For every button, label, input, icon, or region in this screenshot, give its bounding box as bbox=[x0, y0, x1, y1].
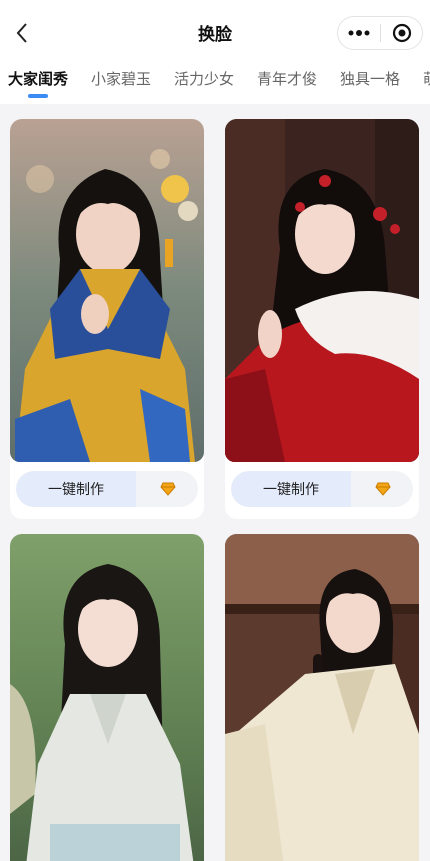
tab-3[interactable]: 青年才俊 bbox=[257, 68, 317, 89]
template-photo bbox=[225, 119, 419, 462]
template-card[interactable]: 一键制作 bbox=[225, 119, 419, 519]
make-button[interactable]: 一键制作 bbox=[231, 471, 351, 507]
diamond-icon bbox=[375, 482, 391, 496]
template-photo bbox=[225, 534, 419, 861]
close-program-button[interactable] bbox=[381, 17, 422, 49]
active-tab-indicator bbox=[28, 94, 48, 98]
nav-bar: 换脸 bbox=[0, 0, 430, 64]
tab-5[interactable]: 萌 bbox=[423, 68, 430, 89]
card-action-bar: 一键制作 bbox=[16, 471, 198, 507]
template-card[interactable] bbox=[10, 534, 204, 861]
tab-2[interactable]: 活力少女 bbox=[174, 68, 234, 89]
template-card[interactable]: 一键制作 bbox=[10, 119, 204, 519]
make-button[interactable]: 一键制作 bbox=[16, 471, 136, 507]
target-icon bbox=[392, 23, 411, 43]
tab-1[interactable]: 小家碧玉 bbox=[91, 68, 151, 89]
premium-button[interactable] bbox=[138, 471, 198, 507]
premium-button[interactable] bbox=[353, 471, 413, 507]
more-button[interactable] bbox=[338, 17, 380, 49]
mini-program-capsule bbox=[337, 16, 423, 50]
category-tabs: 大家闺秀 小家碧玉 活力少女 青年才俊 独具一格 萌 bbox=[0, 64, 430, 104]
diamond-icon bbox=[160, 482, 176, 496]
tab-4[interactable]: 独具一格 bbox=[340, 68, 400, 89]
more-dots-icon bbox=[348, 30, 370, 36]
template-photo bbox=[10, 534, 204, 861]
template-photo bbox=[10, 119, 204, 462]
template-card[interactable] bbox=[225, 534, 419, 861]
card-action-bar: 一键制作 bbox=[231, 471, 413, 507]
tab-0[interactable]: 大家闺秀 bbox=[8, 68, 68, 89]
